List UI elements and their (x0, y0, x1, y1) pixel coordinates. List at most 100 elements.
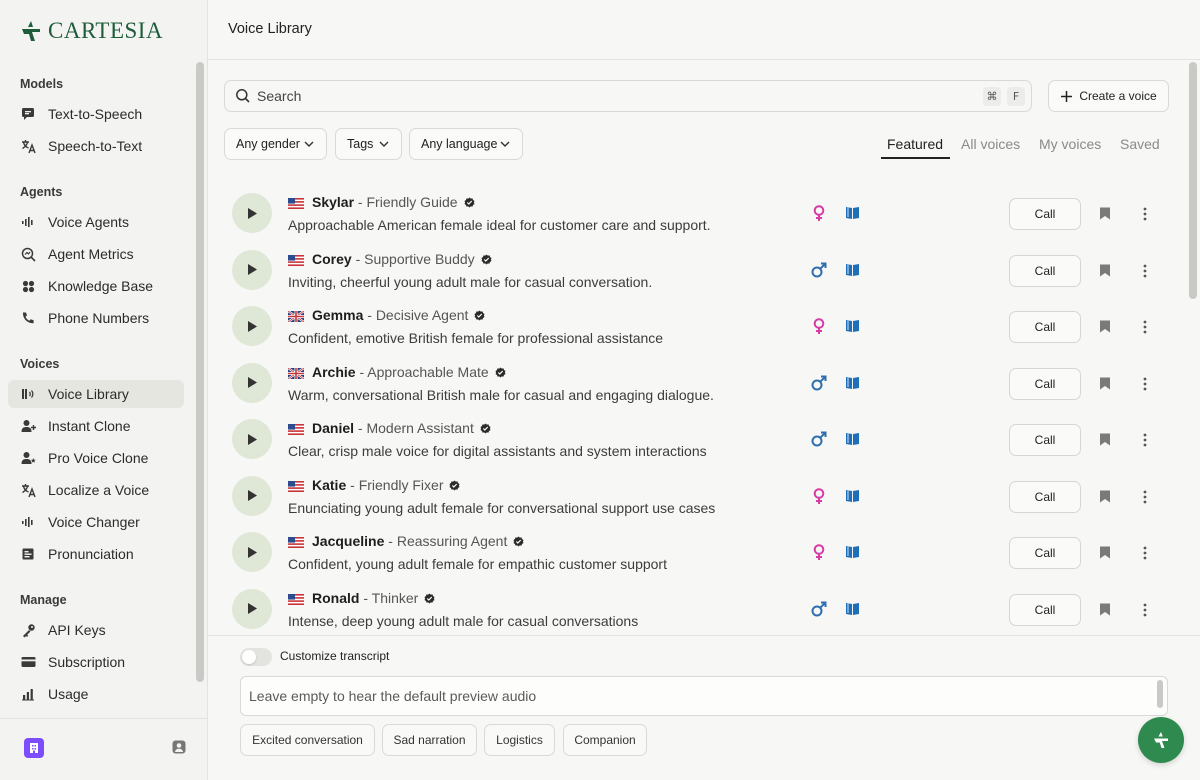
more-options-icon[interactable] (1142, 264, 1148, 278)
sidebar-item-label: Pronunciation (48, 546, 134, 562)
key-icon (20, 622, 36, 638)
account-icon[interactable] (172, 740, 186, 754)
more-options-icon[interactable] (1142, 377, 1148, 391)
more-options-icon[interactable] (1142, 603, 1148, 617)
voice-name: Katie - Friendly Fixer (312, 477, 460, 493)
bookmark-icon[interactable] (1099, 264, 1111, 277)
voice-row[interactable]: Katie - Friendly Fixer Enunciating young … (208, 463, 1188, 519)
sidebar-item-voice-library[interactable]: Voice Library (8, 380, 184, 408)
voice-row[interactable]: Daniel - Modern Assistant Clear, crisp ma… (208, 406, 1188, 462)
voice-name: Jacqueline - Reassuring Agent (312, 533, 524, 549)
preset-excited-conversation[interactable]: Excited conversation (240, 724, 375, 756)
us-flag-icon (288, 196, 304, 209)
tab-featured[interactable]: Featured (887, 136, 943, 152)
bookmark-icon[interactable] (1099, 490, 1111, 503)
more-options-icon[interactable] (1142, 546, 1148, 560)
play-icon (248, 207, 257, 219)
preset-companion[interactable]: Companion (563, 724, 647, 756)
play-button[interactable] (232, 362, 272, 403)
voice-row[interactable]: Archie - Approachable Mate Warm, conversa… (208, 350, 1188, 406)
preset-logistics[interactable]: Logistics (484, 724, 555, 756)
sidebar-item-usage[interactable]: Usage (8, 680, 184, 708)
sidebar-scrollbar[interactable] (196, 62, 204, 682)
sidebar-item-subscription[interactable]: Subscription (8, 648, 184, 676)
shortcut-key-f: F (1007, 87, 1025, 106)
more-options-icon[interactable] (1142, 490, 1148, 504)
voice-library-icon (20, 386, 36, 402)
sidebar-item-pronunciation[interactable]: Pronunciation (8, 540, 184, 568)
bookmark-icon[interactable] (1099, 546, 1111, 559)
call-button[interactable]: Call (1009, 198, 1081, 230)
search-box[interactable]: ⌘ F (224, 80, 1032, 112)
sidebar-item-knowledge-base[interactable]: Knowledge Base (8, 272, 184, 300)
play-button[interactable] (232, 193, 272, 233)
call-button[interactable]: Call (1009, 537, 1081, 569)
call-button[interactable]: Call (1009, 480, 1081, 513)
play-button[interactable] (232, 419, 272, 459)
customize-transcript-toggle[interactable] (240, 648, 272, 666)
sidebar-item-speech-to-text[interactable]: Speech-to-Text (8, 132, 184, 160)
sidebar-item-pro-voice-clone[interactable]: Pro Voice Clone (8, 444, 184, 472)
play-button[interactable] (232, 249, 272, 290)
voice-row[interactable]: Jacqueline - Reassuring Agent Confident, … (208, 519, 1188, 575)
call-button[interactable]: Call (1009, 593, 1081, 626)
sidebar-item-voice-agents[interactable]: Voice Agents (8, 208, 184, 236)
voice-name-text: Skylar (312, 194, 355, 210)
voice-row[interactable]: Corey - Supportive Buddy Inviting, cheerf… (208, 237, 1188, 293)
voice-name: Skylar - Friendly Guide (312, 194, 475, 210)
voice-title-separator: - (384, 533, 397, 549)
more-options-icon[interactable] (1142, 433, 1148, 447)
sidebar-item-instant-clone[interactable]: Instant Clone (8, 412, 184, 440)
more-options-icon[interactable] (1142, 320, 1148, 334)
sidebar-item-localize-a-voice[interactable]: Localize a Voice (8, 476, 184, 504)
call-button[interactable]: Call (1009, 367, 1081, 400)
voice-row[interactable]: Gemma - Decisive Agent Confident, emotive… (208, 293, 1188, 349)
sidebar-divider (0, 718, 207, 719)
transcript-input[interactable] (241, 677, 1141, 713)
search-input[interactable] (257, 88, 957, 104)
bookmark-icon[interactable] (1099, 433, 1111, 446)
brand-logo[interactable]: CARTESIA (20, 18, 163, 44)
language-filter[interactable]: Any language (409, 128, 523, 160)
sidebar-item-phone-numbers[interactable]: Phone Numbers (8, 304, 184, 332)
tab-saved[interactable]: Saved (1120, 136, 1160, 152)
play-button[interactable] (232, 475, 272, 516)
phone-icon (20, 310, 36, 326)
assistant-button[interactable] (1138, 717, 1184, 763)
us-flag-icon (288, 535, 304, 548)
more-options-icon[interactable] (1142, 207, 1148, 221)
tags-filter[interactable]: Tags (335, 128, 402, 160)
voice-description: Warm, conversational British male for ca… (288, 386, 714, 403)
sidebar-item-voice-changer[interactable]: Voice Changer (8, 508, 184, 536)
sidebar-item-agent-metrics[interactable]: Agent Metrics (8, 240, 184, 268)
play-button[interactable] (232, 532, 272, 572)
call-button[interactable]: Call (1009, 311, 1081, 343)
male-icon (810, 600, 828, 618)
main-scrollbar[interactable] (1189, 62, 1197, 299)
book-open-icon (845, 602, 860, 616)
bookmark-icon[interactable] (1099, 320, 1111, 333)
organization-avatar[interactable] (24, 738, 44, 758)
verified-badge-icon (495, 367, 506, 377)
play-button[interactable] (232, 588, 272, 629)
play-button[interactable] (232, 306, 272, 346)
tab-my-voices[interactable]: My voices (1039, 136, 1101, 152)
call-button[interactable]: Call (1009, 254, 1081, 287)
book-open-icon (845, 263, 860, 277)
gender-filter[interactable]: Any gender (224, 128, 327, 160)
bookmark-icon[interactable] (1099, 603, 1111, 616)
tab-all-voices[interactable]: All voices (961, 136, 1020, 152)
voice-title: Friendly Guide (366, 194, 458, 210)
call-button[interactable]: Call (1009, 424, 1081, 456)
voice-row[interactable]: Ronald - Thinker Intense, deep young adul… (208, 576, 1188, 632)
bookmark-icon[interactable] (1099, 207, 1111, 220)
bookmark-icon[interactable] (1099, 377, 1111, 390)
transcript-scrollbar[interactable] (1157, 680, 1163, 708)
preset-sad-narration[interactable]: Sad narration (382, 724, 477, 756)
sidebar-item-api-keys[interactable]: API Keys (8, 616, 184, 644)
voice-title-separator: - (354, 420, 367, 436)
magnifier-chart-icon (20, 246, 36, 262)
sidebar-item-text-to-speech[interactable]: Text-to-Speech (8, 100, 184, 128)
create-voice-button[interactable]: Create a voice (1048, 80, 1169, 112)
voice-row[interactable]: Skylar - Friendly Guide Approachable Amer… (208, 180, 1188, 236)
